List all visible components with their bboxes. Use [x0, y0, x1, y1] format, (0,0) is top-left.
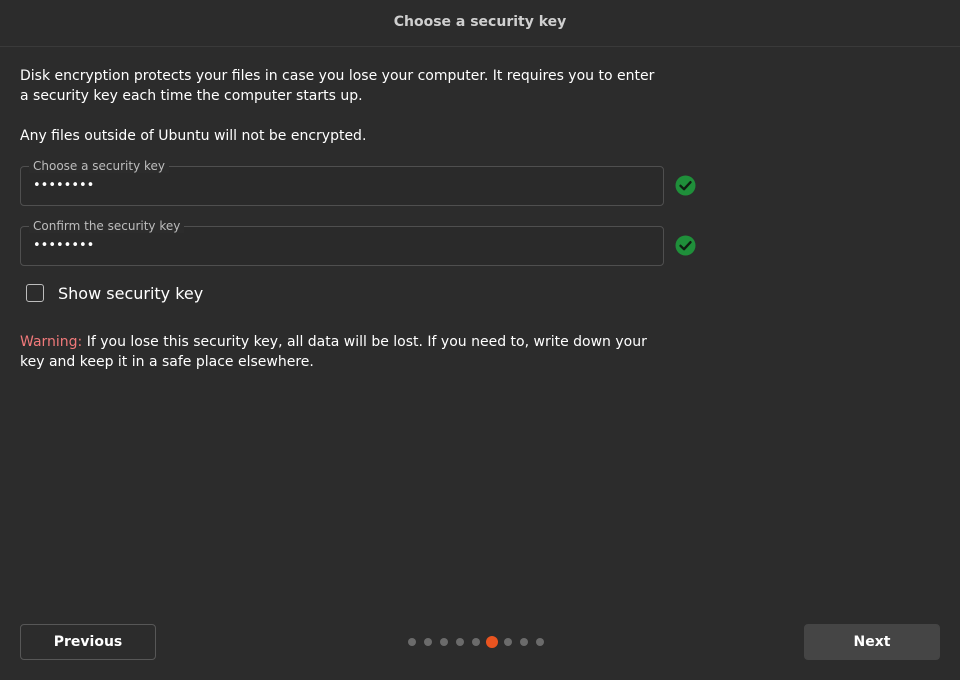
confirm-key-label: Confirm the security key [29, 219, 185, 233]
show-key-label[interactable]: Show security key [58, 284, 203, 303]
progress-dot [520, 638, 528, 646]
header-bar: Choose a security key [0, 0, 960, 47]
previous-button[interactable]: Previous [20, 624, 156, 660]
progress-dot [424, 638, 432, 646]
page-title: Choose a security key [393, 14, 567, 30]
progress-dot [408, 638, 416, 646]
note-text: Any files outside of Ubuntu will not be … [20, 128, 367, 144]
warning-text: Warning: If you lose this security key, … [20, 332, 670, 372]
progress-dot [456, 638, 464, 646]
check-circle-icon [675, 175, 696, 196]
security-key-row: Choose a security key •••••••• [20, 159, 700, 206]
progress-dot [440, 638, 448, 646]
check-circle-icon [675, 235, 696, 256]
security-key-input[interactable]: Choose a security key •••••••• [20, 159, 664, 206]
security-key-label: Choose a security key [29, 159, 170, 173]
progress-dot [472, 638, 480, 646]
show-key-row: Show security key [20, 282, 700, 304]
progress-dot-active [486, 636, 498, 648]
security-key-value: •••••••• [33, 178, 95, 193]
next-button[interactable]: Next [804, 624, 940, 660]
footer-bar: Previous Next [0, 624, 960, 660]
confirm-key-input[interactable]: Confirm the security key •••••••• [20, 219, 664, 266]
confirm-key-row: Confirm the security key •••••••• [20, 219, 700, 266]
installer-window: Choose a security key Disk encryption pr… [0, 0, 960, 680]
confirm-key-value: •••••••• [33, 238, 95, 253]
show-key-checkbox[interactable] [26, 284, 44, 302]
main-content: Disk encryption protects your files in c… [20, 66, 700, 386]
progress-dots [408, 636, 552, 648]
progress-dot [504, 638, 512, 646]
warning-body: If you lose this security key, all data … [20, 334, 647, 370]
progress-dot [536, 638, 544, 646]
warning-prefix: Warning: [20, 334, 83, 350]
intro-text: Disk encryption protects your files in c… [20, 68, 655, 104]
